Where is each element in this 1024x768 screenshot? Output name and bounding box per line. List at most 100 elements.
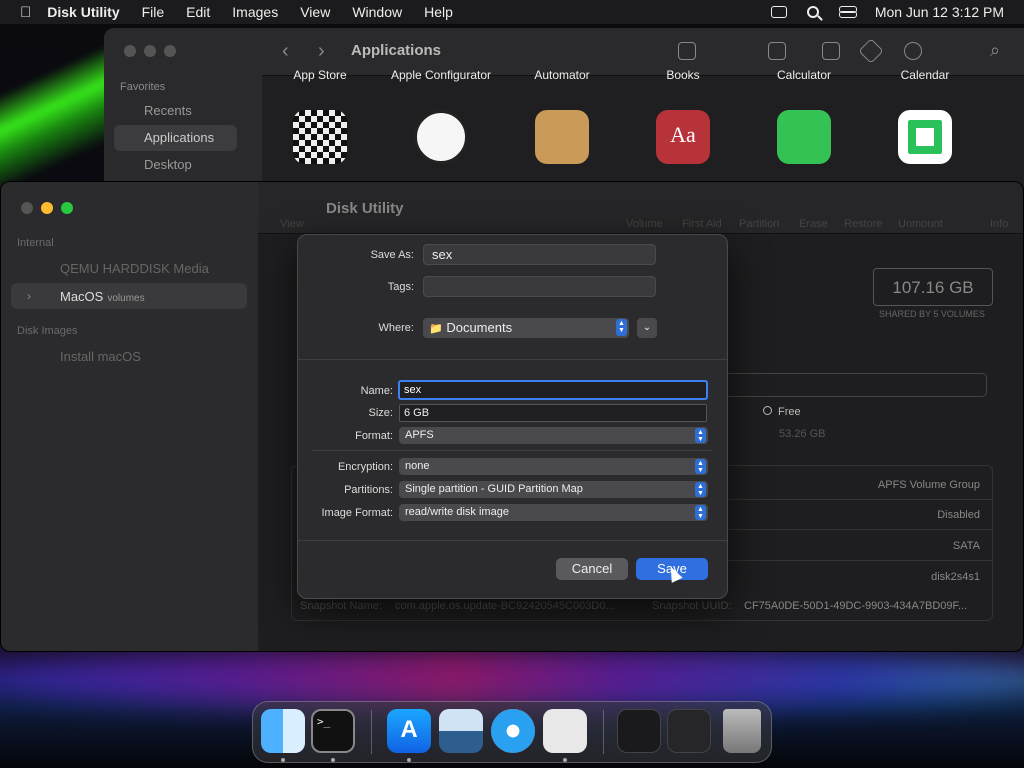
toolbar-restore[interactable]: Restore xyxy=(844,218,883,230)
finder-favorites-header: Favorites xyxy=(120,81,166,93)
recent-window-thumbnail[interactable] xyxy=(617,709,661,753)
finder-sidebar-desktop[interactable]: Desktop xyxy=(114,152,237,178)
dialog-separator xyxy=(298,540,727,541)
save-as-field[interactable]: sex xyxy=(423,244,656,265)
dock: >_ A xyxy=(252,701,772,763)
terminal-dock-icon[interactable]: >_ xyxy=(311,709,355,753)
cancel-button[interactable]: Cancel xyxy=(556,558,628,580)
du-close-button[interactable] xyxy=(21,202,33,214)
group-by-icon[interactable] xyxy=(768,42,786,60)
toolbar-view[interactable]: View xyxy=(280,218,304,230)
size-field[interactable]: 6 GB xyxy=(399,404,707,422)
menu-app-name[interactable]: Disk Utility xyxy=(47,4,119,20)
disk-utility-toolbar: Disk Utility View Volume First Aid Parti… xyxy=(258,182,1023,234)
tags-field[interactable] xyxy=(423,276,656,297)
app-item-automator[interactable]: Automator xyxy=(502,68,622,164)
menu-file[interactable]: File xyxy=(142,4,165,20)
running-indicator xyxy=(563,758,567,762)
menu-help[interactable]: Help xyxy=(424,4,453,20)
app-name: Apple Configurator xyxy=(390,68,492,82)
finder-search-icon[interactable]: ⌕ xyxy=(990,40,1000,61)
app-store-dock-icon[interactable]: A xyxy=(387,709,431,753)
toolbar-unmount[interactable]: Unmount xyxy=(898,218,943,230)
finder-minimize-button[interactable] xyxy=(144,45,156,57)
snapshot-uuid-value: CF75A0DE-50D1-49DC-9903-434A7BD09F... xyxy=(744,600,968,612)
menu-images[interactable]: Images xyxy=(232,4,278,20)
icon-view-icon[interactable] xyxy=(678,42,696,60)
toolbar-first-aid[interactable]: First Aid xyxy=(682,218,722,230)
app-item-app-store[interactable]: App Store xyxy=(260,68,380,164)
disk-utility-dock-icon[interactable] xyxy=(543,709,587,753)
partitions-popup[interactable]: Single partition - GUID Partition Map ▲ ▼ xyxy=(399,481,708,498)
chevron-right-icon[interactable]: › xyxy=(27,289,31,303)
toolbar-info[interactable]: Info xyxy=(990,218,1008,230)
finder-app-grid: App Store Apple Configurator Automator B… xyxy=(262,68,1024,188)
capacity-box: 107.16 GB xyxy=(873,268,993,306)
app-item-calculator[interactable]: Calculator xyxy=(744,68,864,164)
du-minimize-button[interactable] xyxy=(41,202,53,214)
where-popup[interactable]: 📁 Documents ▲ ▼ xyxy=(423,318,629,338)
screen-mirroring-icon[interactable] xyxy=(770,6,787,18)
finder-sidebar-recents[interactable]: Recents xyxy=(114,98,237,124)
save-as-label: Save As: xyxy=(370,249,414,261)
finder-back-button[interactable]: ‹ xyxy=(282,40,289,63)
expand-location-button[interactable]: ⌄ xyxy=(637,318,657,338)
toolbar-volume[interactable]: Volume xyxy=(626,218,663,230)
menu-bar-clock[interactable]: Mon Jun 12 3:12 PM xyxy=(875,4,1004,20)
free-legend-dot xyxy=(763,406,772,415)
menu-window[interactable]: Window xyxy=(352,4,402,20)
format-label: Format: xyxy=(355,430,393,442)
sidebar-install-macos[interactable]: Install macOS xyxy=(11,343,247,369)
app-item-apple-configurator[interactable]: Apple Configurator xyxy=(381,68,501,164)
menu-edit[interactable]: Edit xyxy=(186,4,210,20)
safari-dock-icon[interactable] xyxy=(491,709,535,753)
finder-sidebar-applications[interactable]: Applications xyxy=(114,125,237,151)
partitions-value: Single partition - GUID Partition Map xyxy=(405,483,583,495)
finder-dock-icon[interactable] xyxy=(261,709,305,753)
contacts-icon xyxy=(535,110,589,164)
running-indicator xyxy=(331,758,335,762)
app-name: Calendar xyxy=(900,68,950,82)
updown-chevron-icon: ▲ ▼ xyxy=(695,459,706,474)
recent-window-thumbnail[interactable] xyxy=(667,709,711,753)
preview-dock-icon[interactable] xyxy=(439,709,483,753)
encryption-popup[interactable]: none ▲ ▼ xyxy=(399,458,708,475)
tag-icon[interactable] xyxy=(858,38,884,64)
disk-utility-sidebar: Internal QEMU HARDDISK Media › MacOS volu… xyxy=(1,182,258,651)
clock-icon xyxy=(414,110,468,164)
share-icon[interactable] xyxy=(822,42,840,60)
app-name: Calculator xyxy=(776,68,832,82)
where-label: Where: xyxy=(378,322,414,334)
finder-forward-button[interactable]: › xyxy=(318,40,325,63)
snapshot-name-value: com.apple.os.update-BC92420545C003D0... xyxy=(395,600,615,612)
info-divider xyxy=(722,499,992,500)
control-center-icon[interactable] xyxy=(838,6,857,18)
name-input[interactable]: sex xyxy=(398,380,708,400)
info-connection-value: SATA xyxy=(952,540,980,552)
more-actions-icon[interactable] xyxy=(904,42,922,60)
image-format-value: read/write disk image xyxy=(405,506,509,518)
image-format-popup[interactable]: read/write disk image ▲ ▼ xyxy=(399,504,708,521)
encryption-label: Encryption: xyxy=(337,461,393,473)
toolbar-partition[interactable]: Partition xyxy=(739,218,779,230)
running-indicator xyxy=(281,758,285,762)
toolbar-erase[interactable]: Erase xyxy=(799,218,828,230)
du-zoom-button[interactable] xyxy=(61,202,73,214)
updown-chevron-icon: ▲ ▼ xyxy=(695,482,706,497)
sidebar-qemu-disk[interactable]: QEMU HARDDISK Media xyxy=(11,255,247,281)
macos-label: MacOS xyxy=(60,289,104,304)
name-label: Name: xyxy=(360,385,393,397)
menu-bar:  Disk Utility File Edit Images View Win… xyxy=(0,0,1024,24)
menu-view[interactable]: View xyxy=(300,4,330,20)
finder-zoom-button[interactable] xyxy=(164,45,176,57)
finder-close-button[interactable] xyxy=(124,45,136,57)
disk-images-header: Disk Images xyxy=(17,325,78,337)
sidebar-macos-volume[interactable]: › MacOS volumes xyxy=(11,283,247,309)
app-item-books[interactable]: Books Aa xyxy=(623,68,743,164)
info-type-value: APFS Volume Group xyxy=(877,479,980,491)
format-popup[interactable]: APFS ▲ ▼ xyxy=(399,427,708,444)
apple-menu-icon[interactable]:  xyxy=(20,4,31,21)
trash-icon[interactable] xyxy=(723,709,761,753)
app-item-calendar[interactable]: Calendar xyxy=(865,68,985,164)
spotlight-search-icon[interactable] xyxy=(806,6,819,18)
